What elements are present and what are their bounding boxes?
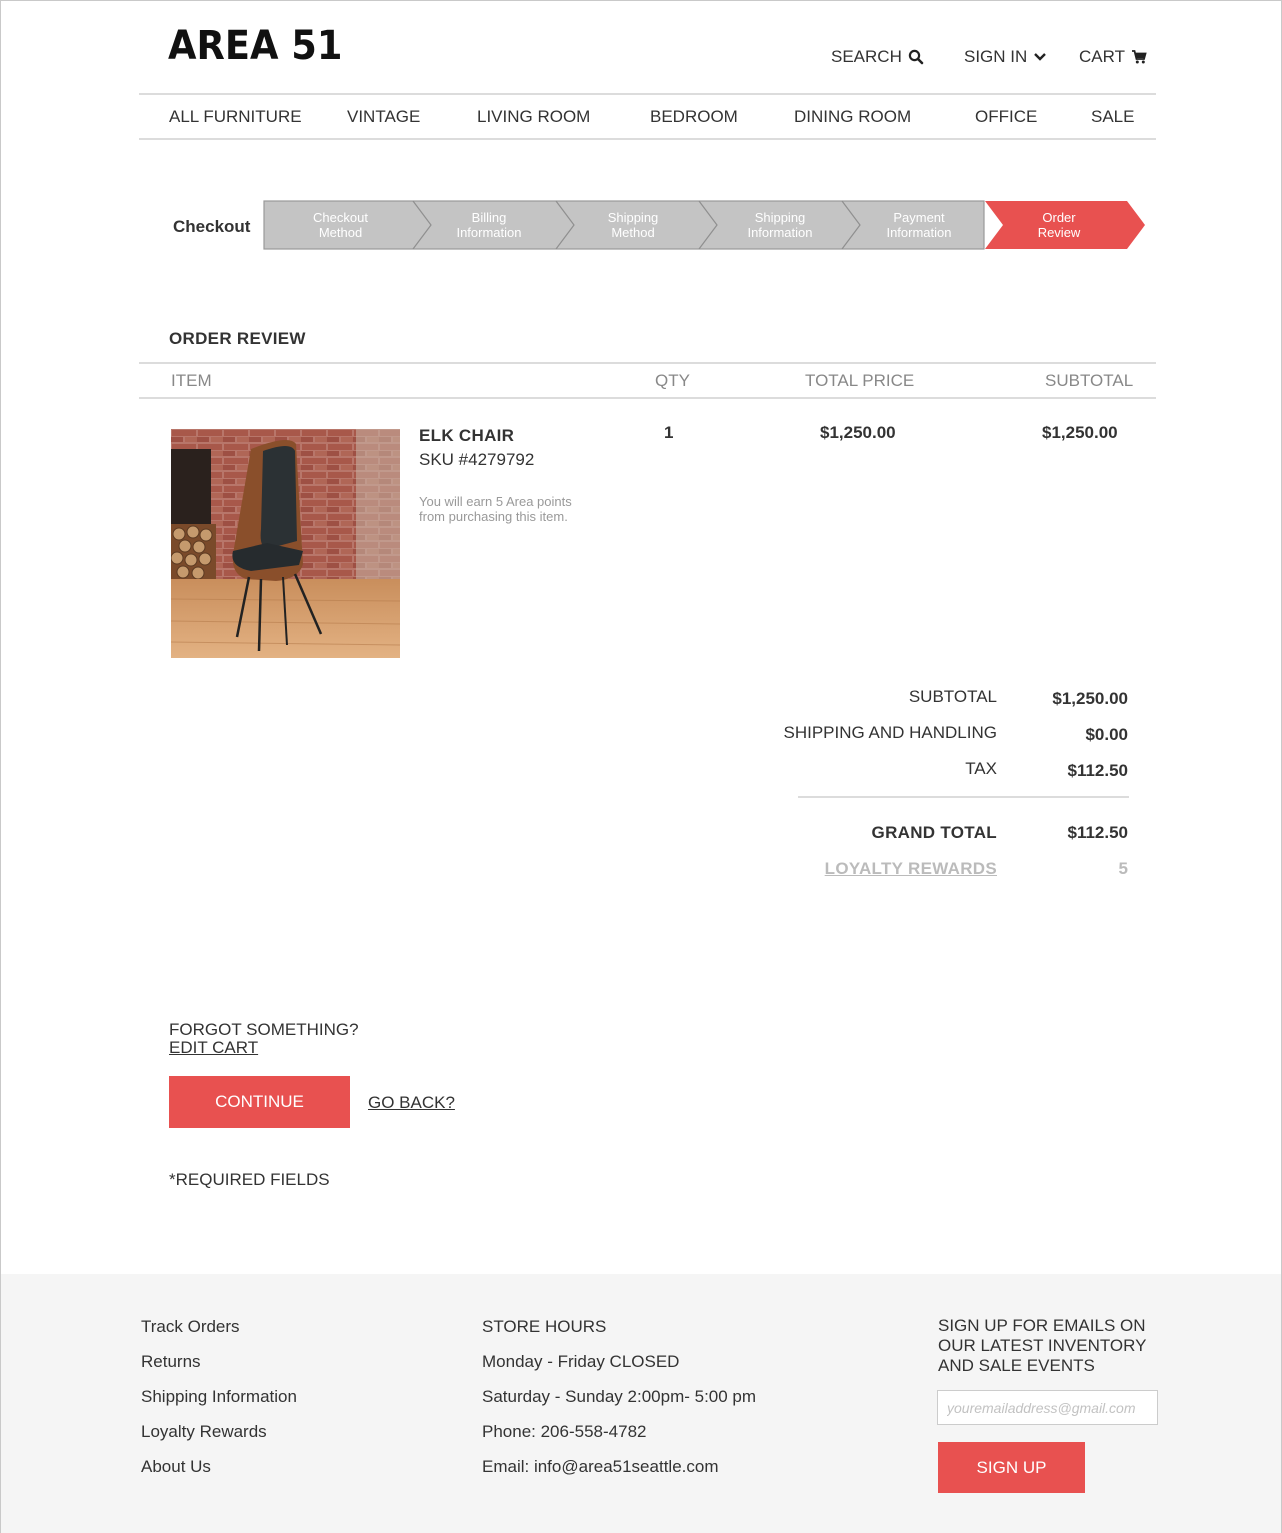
loyalty-note: You will earn 5 Area points from purchas… bbox=[419, 494, 572, 524]
step-line2: Review bbox=[1037, 225, 1081, 240]
nav-office[interactable]: OFFICE bbox=[975, 107, 1037, 127]
sign-in-label: SIGN IN bbox=[964, 47, 1028, 66]
store-phone: Phone: 206-558-4782 bbox=[482, 1422, 647, 1441]
step-shipping-method[interactable]: Shipping Method bbox=[558, 200, 708, 250]
table-top-divider bbox=[139, 362, 1156, 364]
nav-living-room[interactable]: LIVING ROOM bbox=[477, 107, 590, 127]
chevron-down-icon bbox=[1033, 52, 1047, 62]
summary-divider bbox=[798, 796, 1129, 798]
product-name[interactable]: ELK CHAIR bbox=[419, 426, 514, 446]
signup-text-line: SIGN UP FOR EMAILS ON bbox=[938, 1316, 1146, 1335]
search-label: SEARCH bbox=[831, 47, 902, 66]
footer-link-returns[interactable]: Returns bbox=[141, 1352, 201, 1372]
item-qty: 1 bbox=[664, 423, 674, 442]
sign-up-button[interactable]: SIGN UP bbox=[938, 1442, 1085, 1493]
required-fields-note: *REQUIRED FIELDS bbox=[169, 1170, 330, 1189]
footer-link-about-us[interactable]: About Us bbox=[141, 1457, 211, 1477]
nav-sale[interactable]: SALE bbox=[1091, 107, 1134, 127]
col-subtotal: SUBTOTAL bbox=[1045, 371, 1134, 390]
step-shipping-information[interactable]: Shipping Information bbox=[703, 200, 857, 250]
step-line1: Checkout bbox=[313, 210, 368, 225]
checkout-label: Checkout bbox=[173, 217, 251, 236]
search-icon bbox=[908, 49, 924, 65]
col-total-price: TOTAL PRICE bbox=[805, 371, 915, 390]
summary-shipping-value: $0.00 bbox=[1085, 725, 1128, 744]
step-line1: Shipping bbox=[607, 210, 659, 225]
step-billing-information[interactable]: Billing Information bbox=[413, 200, 565, 250]
step-line1: Shipping bbox=[754, 210, 806, 225]
loyalty-rewards-value: 5 bbox=[1118, 859, 1128, 878]
cart-link[interactable]: CART bbox=[1079, 47, 1147, 67]
summary-tax-value: $112.50 bbox=[1067, 761, 1128, 780]
table-head-divider bbox=[139, 397, 1156, 399]
summary-subtotal-value: $1,250.00 bbox=[1052, 689, 1128, 708]
step-checkout-method[interactable]: Checkout Method bbox=[263, 200, 418, 250]
header-divider bbox=[139, 93, 1156, 95]
signup-text-line: OUR LATEST INVENTORY bbox=[938, 1336, 1147, 1355]
step-line1: Payment bbox=[893, 210, 945, 225]
step-line2: Information bbox=[747, 225, 813, 240]
cart-icon bbox=[1131, 49, 1147, 65]
col-qty: QTY bbox=[655, 371, 690, 390]
edit-cart-link[interactable]: EDIT CART bbox=[169, 1039, 359, 1057]
store-hours-weekday: Monday - Friday CLOSED bbox=[482, 1352, 680, 1371]
footer-link-loyalty-rewards[interactable]: Loyalty Rewards bbox=[141, 1422, 267, 1442]
nav-vintage[interactable]: VINTAGE bbox=[347, 107, 420, 127]
nav-dining-room[interactable]: DINING ROOM bbox=[794, 107, 911, 127]
footer-link-shipping-information[interactable]: Shipping Information bbox=[141, 1387, 297, 1407]
nav-bedroom[interactable]: BEDROOM bbox=[650, 107, 738, 127]
step-line2: Information bbox=[456, 225, 522, 240]
step-order-review[interactable]: Order Review bbox=[985, 200, 1133, 250]
forgot-something: FORGOT SOMETHING? EDIT CART bbox=[169, 1021, 359, 1057]
step-line2: Method bbox=[611, 225, 655, 240]
logo[interactable]: AREA 51 bbox=[168, 23, 342, 69]
grand-total-value: $112.50 bbox=[1067, 823, 1128, 842]
nav-divider bbox=[139, 138, 1156, 140]
step-line1: Billing bbox=[471, 210, 507, 225]
checkout-progress: Checkout Method Billing Information Ship… bbox=[263, 200, 1147, 250]
email-input[interactable] bbox=[937, 1390, 1158, 1425]
step-line2: Information bbox=[886, 225, 952, 240]
nav-all-furniture[interactable]: ALL FURNITURE bbox=[169, 107, 302, 127]
item-total-price: $1,250.00 bbox=[820, 423, 896, 442]
store-hours-title: STORE HOURS bbox=[482, 1317, 607, 1336]
footer-link-track-orders[interactable]: Track Orders bbox=[141, 1317, 240, 1337]
product-sku: SKU #4279792 bbox=[419, 450, 535, 469]
email-signup-text: SIGN UP FOR EMAILS ON OUR LATEST INVENTO… bbox=[938, 1316, 1146, 1376]
order-review-title: ORDER REVIEW bbox=[169, 329, 306, 348]
continue-button[interactable]: CONTINUE bbox=[169, 1076, 350, 1128]
item-subtotal: $1,250.00 bbox=[1042, 423, 1118, 442]
step-line2: Method bbox=[318, 225, 363, 240]
step-line1: Order bbox=[1042, 210, 1076, 225]
signup-text-line: AND SALE EVENTS bbox=[938, 1356, 1095, 1375]
store-email[interactable]: Email: info@area51seattle.com bbox=[482, 1457, 718, 1477]
cart-label: CART bbox=[1079, 47, 1125, 66]
step-payment-information[interactable]: Payment Information bbox=[843, 200, 995, 250]
sign-in-dropdown[interactable]: SIGN IN bbox=[964, 47, 1047, 67]
search-link[interactable]: SEARCH bbox=[831, 47, 924, 67]
go-back-link[interactable]: GO BACK? bbox=[368, 1093, 455, 1113]
col-item: ITEM bbox=[171, 371, 212, 390]
product-image[interactable] bbox=[171, 429, 400, 658]
forgot-label: FORGOT SOMETHING? bbox=[169, 1020, 359, 1039]
store-hours-weekend: Saturday - Sunday 2:00pm- 5:00 pm bbox=[482, 1387, 757, 1406]
